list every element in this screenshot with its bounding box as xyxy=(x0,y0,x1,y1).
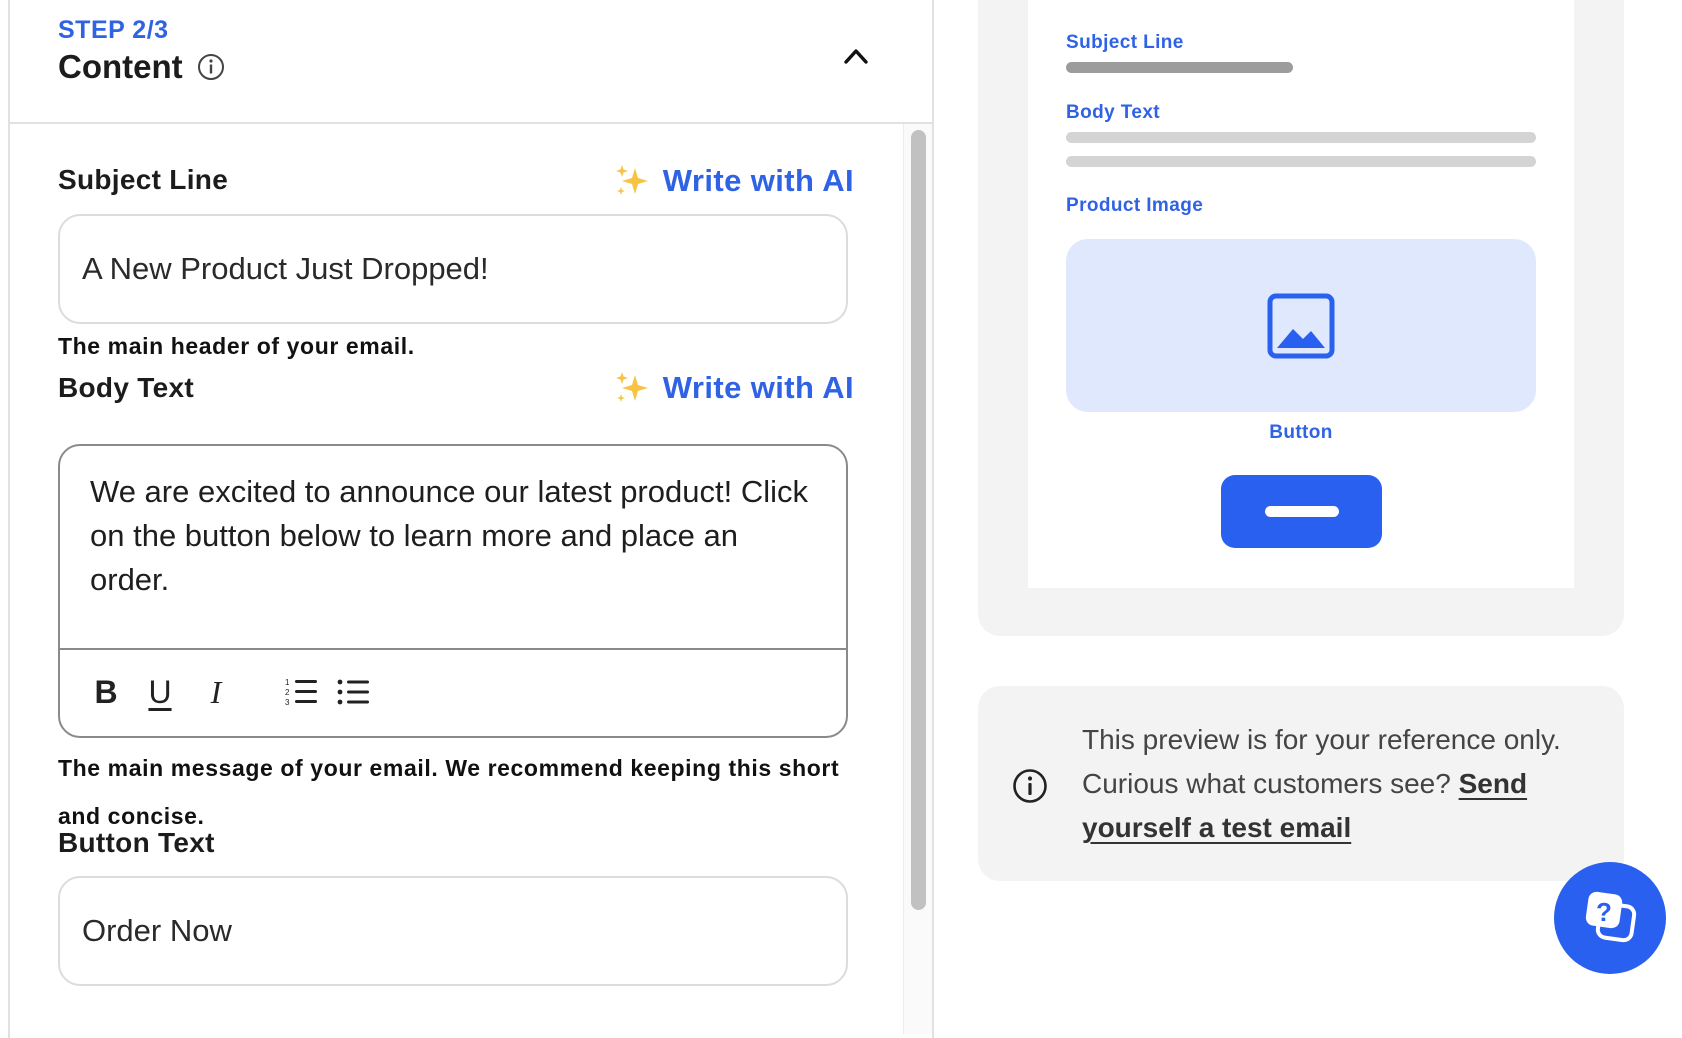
body-text-input[interactable]: We are excited to announce our latest pr… xyxy=(90,470,816,602)
button-text-label: Button Text xyxy=(58,827,215,858)
subject-line-input[interactable]: A New Product Just Dropped! xyxy=(58,214,848,324)
step-header[interactable]: STEP 2/3 Content xyxy=(10,0,932,124)
scrollbar-thumb[interactable] xyxy=(911,130,926,910)
preview-body-label: Body Text xyxy=(1066,102,1161,123)
info-icon[interactable] xyxy=(197,53,225,81)
svg-text:3: 3 xyxy=(285,698,290,707)
step-title-row: Content xyxy=(58,48,225,86)
sparkle-icon xyxy=(615,165,648,195)
preview-button-label: Button xyxy=(1269,422,1333,443)
body-text-help: The main message of your email. We recom… xyxy=(58,755,840,829)
step-title: Content xyxy=(58,48,183,85)
formatting-toolbar: B U I 1 2 3 xyxy=(60,648,846,736)
preview-subject-label: Subject Line xyxy=(1066,32,1184,53)
preview-body-bar xyxy=(1066,132,1536,143)
body-text-editor: We are excited to announce our latest pr… xyxy=(58,444,848,738)
preview-body-bar xyxy=(1066,156,1536,167)
email-preview-card: Subject Line Body Text Product Image But… xyxy=(1028,0,1574,588)
svg-text:?: ? xyxy=(1596,897,1612,927)
form-scroll-area: Subject Line Write with AI A New Product… xyxy=(10,124,932,1034)
button-text-input[interactable]: Order Now xyxy=(58,876,848,986)
email-preview-frame: Subject Line Body Text Product Image But… xyxy=(978,0,1624,636)
preview-subject-bar xyxy=(1066,62,1293,73)
italic-button[interactable]: I xyxy=(196,672,236,712)
svg-text:2: 2 xyxy=(285,688,290,697)
underline-button[interactable]: U xyxy=(140,672,180,712)
preview-button xyxy=(1221,475,1382,548)
preview-button-text-bar xyxy=(1264,506,1339,517)
preview-product-image xyxy=(1066,239,1536,412)
chevron-up-icon[interactable] xyxy=(838,38,874,74)
help-chat-button[interactable]: ? xyxy=(1554,862,1666,974)
notice-text: This preview is for your reference only.… xyxy=(1082,718,1602,850)
info-icon xyxy=(1012,768,1048,809)
image-placeholder-icon xyxy=(1267,293,1335,358)
body-write-with-ai-button[interactable]: Write with AI xyxy=(613,369,854,407)
scrollbar[interactable] xyxy=(903,124,932,1034)
write-with-ai-label: Write with AI xyxy=(662,163,854,198)
content-step-panel: STEP 2/3 Content Subject Line Write with… xyxy=(8,0,934,1038)
preview-image-label: Product Image xyxy=(1066,195,1204,216)
svg-text:1: 1 xyxy=(285,678,290,687)
step-indicator: STEP 2/3 xyxy=(58,16,169,44)
bold-button[interactable]: B xyxy=(86,672,126,712)
write-with-ai-label: Write with AI xyxy=(662,370,854,405)
numbered-list-icon[interactable]: 1 2 3 xyxy=(282,672,322,712)
help-chat-icon: ? xyxy=(1585,891,1637,943)
body-text-label: Body Text xyxy=(58,372,194,403)
subject-line-help: The main header of your email. xyxy=(58,333,415,359)
sparkle-icon xyxy=(615,372,648,402)
bullet-list-icon[interactable] xyxy=(334,672,374,712)
subject-write-with-ai-button[interactable]: Write with AI xyxy=(613,162,854,200)
subject-line-label: Subject Line xyxy=(58,164,229,195)
preview-notice: This preview is for your reference only.… xyxy=(978,686,1624,881)
